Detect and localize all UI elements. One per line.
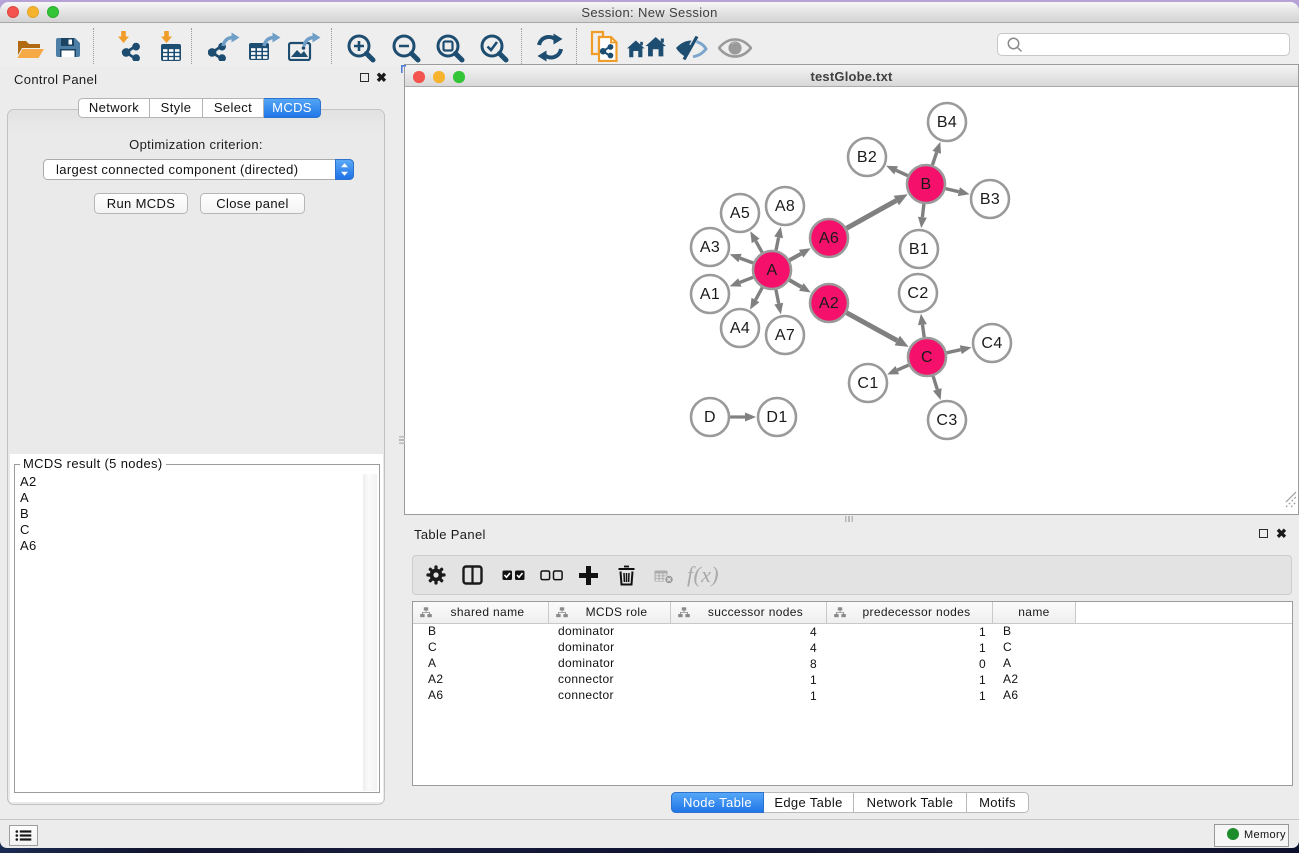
svg-text:A4: A4 [730, 320, 750, 337]
svg-text:A7: A7 [775, 327, 795, 344]
svg-text:D1: D1 [766, 409, 787, 426]
svg-text:C3: C3 [936, 412, 957, 429]
svg-text:A5: A5 [730, 205, 750, 222]
svg-text:C: C [921, 349, 933, 366]
svg-text:A2: A2 [819, 295, 839, 312]
svg-text:B1: B1 [909, 241, 929, 258]
svg-text:B: B [920, 176, 931, 193]
svg-text:C2: C2 [907, 285, 928, 302]
svg-text:A8: A8 [775, 198, 795, 215]
svg-text:B2: B2 [857, 149, 877, 166]
svg-text:D: D [704, 409, 716, 426]
svg-text:B3: B3 [980, 191, 1000, 208]
svg-text:C4: C4 [981, 335, 1002, 352]
svg-text:A3: A3 [700, 239, 720, 256]
svg-text:A6: A6 [819, 230, 839, 247]
svg-text:A1: A1 [700, 286, 720, 303]
svg-text:A: A [766, 262, 777, 279]
svg-text:B4: B4 [937, 114, 957, 131]
svg-text:C1: C1 [857, 375, 878, 392]
